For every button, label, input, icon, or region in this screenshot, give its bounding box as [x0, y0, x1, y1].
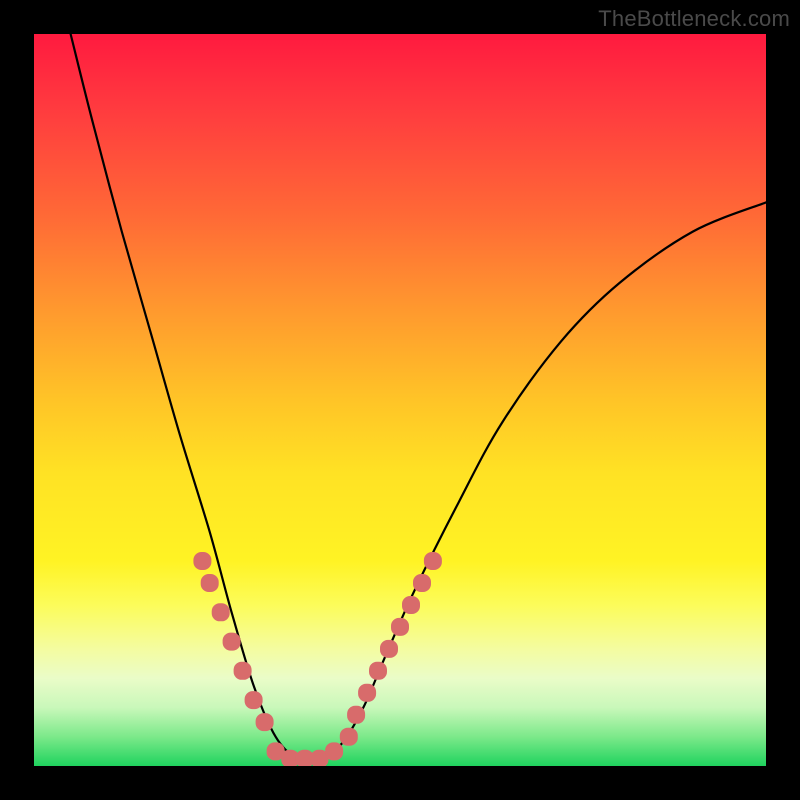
data-marker — [413, 574, 431, 592]
chart-svg — [34, 34, 766, 766]
data-marker — [358, 684, 376, 702]
data-marker — [223, 633, 241, 651]
data-markers-group — [193, 552, 442, 766]
data-marker — [402, 596, 420, 614]
chart-frame: TheBottleneck.com — [0, 0, 800, 800]
data-marker — [325, 742, 343, 760]
data-marker — [369, 662, 387, 680]
bottleneck-curve — [71, 34, 766, 761]
data-marker — [212, 603, 230, 621]
data-marker — [424, 552, 442, 570]
data-marker — [193, 552, 211, 570]
chart-plot-area — [34, 34, 766, 766]
data-marker — [340, 728, 358, 746]
data-marker — [256, 713, 274, 731]
watermark-label: TheBottleneck.com — [598, 6, 790, 32]
data-marker — [380, 640, 398, 658]
data-marker — [391, 618, 409, 636]
data-marker — [347, 706, 365, 724]
curve-path-group — [71, 34, 766, 761]
data-marker — [234, 662, 252, 680]
data-marker — [201, 574, 219, 592]
data-marker — [245, 691, 263, 709]
